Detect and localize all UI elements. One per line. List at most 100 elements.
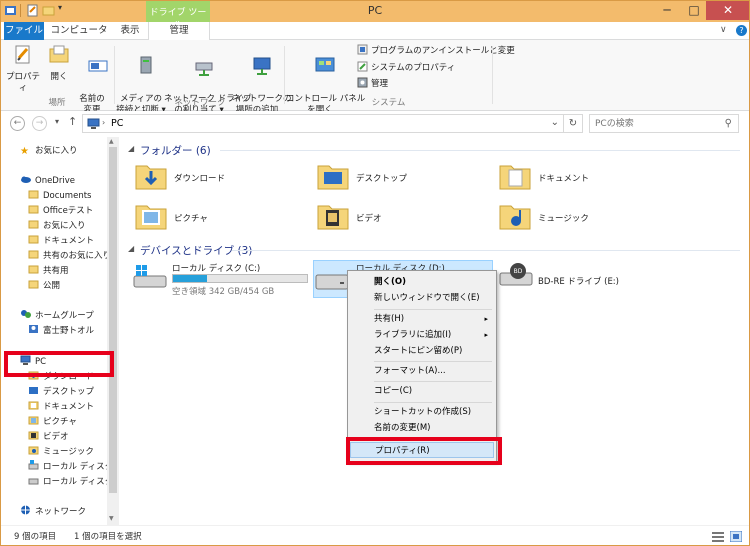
scroll-up-icon[interactable]: ▲ xyxy=(109,138,114,145)
search-input[interactable] xyxy=(595,117,715,130)
nav-item-label: ローカル ディスク (D xyxy=(43,477,108,487)
folder-desktop[interactable]: デスクトップ xyxy=(316,161,486,195)
properties-button[interactable]: プロパティ xyxy=(4,44,42,94)
nav-onedrive-favorites[interactable]: お気に入り xyxy=(0,219,108,234)
collapse-devices-icon[interactable]: ◢ xyxy=(128,244,134,253)
drive-e[interactable]: BD BD-RE ドライブ (E:) xyxy=(498,261,678,297)
folder-videos[interactable]: ビデオ xyxy=(316,201,486,235)
nav-pc-documents[interactable]: ドキュメント xyxy=(0,400,108,415)
search-box[interactable]: ⚲ xyxy=(589,114,739,133)
nav-pc-pictures[interactable]: ピクチャ xyxy=(0,415,108,430)
nav-item-label: 共有用 xyxy=(43,266,69,276)
breadcrumb-chevron-icon[interactable]: › xyxy=(102,118,105,127)
ribbon-separator xyxy=(492,46,493,104)
system-properties-icon xyxy=(357,61,368,72)
folders-section-line xyxy=(220,150,740,151)
folder-music[interactable]: ミュージック xyxy=(498,201,668,235)
menu-item-add-to-library[interactable]: ライブラリに追加(I) ▸ xyxy=(350,327,494,343)
pictures-folder-icon xyxy=(135,205,167,230)
folders-section-header[interactable]: フォルダー (6) xyxy=(140,143,211,158)
manage-button[interactable]: 管理 xyxy=(357,77,388,91)
properties-label: プロパティ xyxy=(5,72,40,93)
menu-item-format[interactable]: フォーマット(A)... xyxy=(350,363,494,379)
menu-item-rename[interactable]: 名前の変更(M) xyxy=(350,420,494,436)
folder-icon xyxy=(28,250,39,259)
close-button[interactable]: ✕ xyxy=(706,0,750,20)
help-icon[interactable]: ? xyxy=(736,25,747,36)
address-box[interactable]: › PC ⌄ xyxy=(82,114,564,133)
forward-button[interactable]: → xyxy=(32,116,47,131)
folder-documents[interactable]: ドキュメント xyxy=(498,161,668,195)
network-drive-icon xyxy=(195,62,213,76)
ribbon-collapse-icon[interactable]: ∨ xyxy=(720,25,727,35)
nav-favorites[interactable]: ★ お気に入り xyxy=(0,144,108,159)
properties-icon xyxy=(15,45,30,64)
folder-icon xyxy=(28,235,39,244)
address-bar-row: ← → ▾ ↑ › PC ⌄ ↻ ⚲ xyxy=(0,111,750,137)
menu-item-open[interactable]: 開く(O) xyxy=(350,274,494,290)
menu-separator xyxy=(374,402,492,403)
manage-label: 管理 xyxy=(371,79,389,89)
nav-onedrive-public[interactable]: 公開 xyxy=(0,279,108,294)
nav-onedrive-shared[interactable]: 共有用 xyxy=(0,264,108,279)
details-view-icon[interactable] xyxy=(712,531,724,542)
address-dropdown-icon[interactable]: ⌄ xyxy=(551,117,559,128)
folder-label: ミュージック xyxy=(538,214,589,224)
recent-locations-dropdown[interactable]: ▾ xyxy=(55,117,59,126)
collapse-folders-icon[interactable]: ◢ xyxy=(128,144,134,153)
up-button[interactable]: ↑ xyxy=(68,115,77,128)
nav-pc-music[interactable]: ミュージック xyxy=(0,445,108,460)
nav-homegroup[interactable]: ホームグループ xyxy=(0,309,108,324)
tab-view[interactable]: 表示 xyxy=(112,22,148,40)
menu-item-label: ショートカットの作成(S) xyxy=(374,407,472,417)
nav-scrollbar-thumb[interactable] xyxy=(109,147,117,493)
menu-separator xyxy=(374,309,492,310)
folder-pictures[interactable]: ピクチャ xyxy=(134,201,304,235)
nav-onedrive[interactable]: OneDrive xyxy=(0,174,108,189)
menu-item-label: スタートにピン留め(P) xyxy=(374,346,463,356)
menu-item-label: フォーマット(A)... xyxy=(374,366,446,376)
search-icon[interactable]: ⚲ xyxy=(725,118,732,129)
folder-label: ダウンロード xyxy=(174,174,226,184)
folder-downloads[interactable]: ダウンロード xyxy=(134,161,304,195)
ribbon-separator xyxy=(114,46,115,104)
menu-item-open-new-window[interactable]: 新しいウィンドウで開く(E) xyxy=(350,290,494,306)
menu-item-label: 開く(O) xyxy=(374,277,406,287)
system-properties-button[interactable]: システムのプロパティ xyxy=(357,61,455,75)
nav-onedrive-documents-jp[interactable]: ドキュメント xyxy=(0,234,108,249)
nav-onedrive-documents[interactable]: Documents xyxy=(0,189,108,204)
maximize-button[interactable]: □ xyxy=(681,0,707,20)
nav-onedrive-shared-favorites[interactable]: 共有のお気に入り xyxy=(0,249,108,264)
scroll-down-icon[interactable]: ▼ xyxy=(109,515,114,522)
menu-item-pin-to-start[interactable]: スタートにピン留め(P) xyxy=(350,343,494,359)
menu-item-label: 共有(H) xyxy=(374,314,405,324)
nav-pc-desktop[interactable]: デスクトップ xyxy=(0,385,108,400)
open-button[interactable]: 開く xyxy=(44,44,74,83)
nav-scrollbar[interactable]: ▲ ▼ xyxy=(107,137,119,525)
tab-computer[interactable]: コンピューター xyxy=(46,22,112,54)
menu-item-create-shortcut[interactable]: ショートカットの作成(S) xyxy=(350,404,494,420)
videos-folder-icon xyxy=(28,431,39,440)
menu-item-copy[interactable]: コピー(C) xyxy=(350,383,494,399)
nav-pc-videos[interactable]: ビデオ xyxy=(0,430,108,445)
tab-manage[interactable]: 管理 xyxy=(148,22,210,40)
nav-onedrive-office-test[interactable]: Officeテスト xyxy=(0,204,108,219)
star-icon: ★ xyxy=(20,146,29,157)
folder-icon xyxy=(28,280,39,289)
refresh-button[interactable]: ↻ xyxy=(564,114,583,133)
nav-homegroup-user[interactable]: 富士野トオル xyxy=(0,324,108,339)
minimize-button[interactable]: ─ xyxy=(654,0,680,20)
tab-file[interactable]: ファイル xyxy=(4,22,44,40)
ribbon: プロパティ 開く 名前の 変更 場所 メディアの 接続と切断 ▾ ネットワーク … xyxy=(0,40,750,115)
music-folder-icon xyxy=(28,446,39,455)
svg-text:BD: BD xyxy=(514,268,523,275)
large-icons-view-icon[interactable] xyxy=(730,531,742,542)
drive-c[interactable]: ローカル ディスク (C:) 空き領域 342 GB/454 GB xyxy=(132,261,312,297)
status-item-count: 9 個の項目 xyxy=(14,532,57,542)
nav-item-label: ビデオ xyxy=(43,432,69,442)
nav-pc-local-disk-d[interactable]: ローカル ディスク (D xyxy=(0,475,108,490)
menu-item-share[interactable]: 共有(H) ▸ xyxy=(350,311,494,327)
nav-network[interactable]: ネットワーク xyxy=(0,505,108,520)
nav-pc-local-disk-c[interactable]: ローカル ディスク (C xyxy=(0,460,108,475)
back-button[interactable]: ← xyxy=(10,116,25,131)
